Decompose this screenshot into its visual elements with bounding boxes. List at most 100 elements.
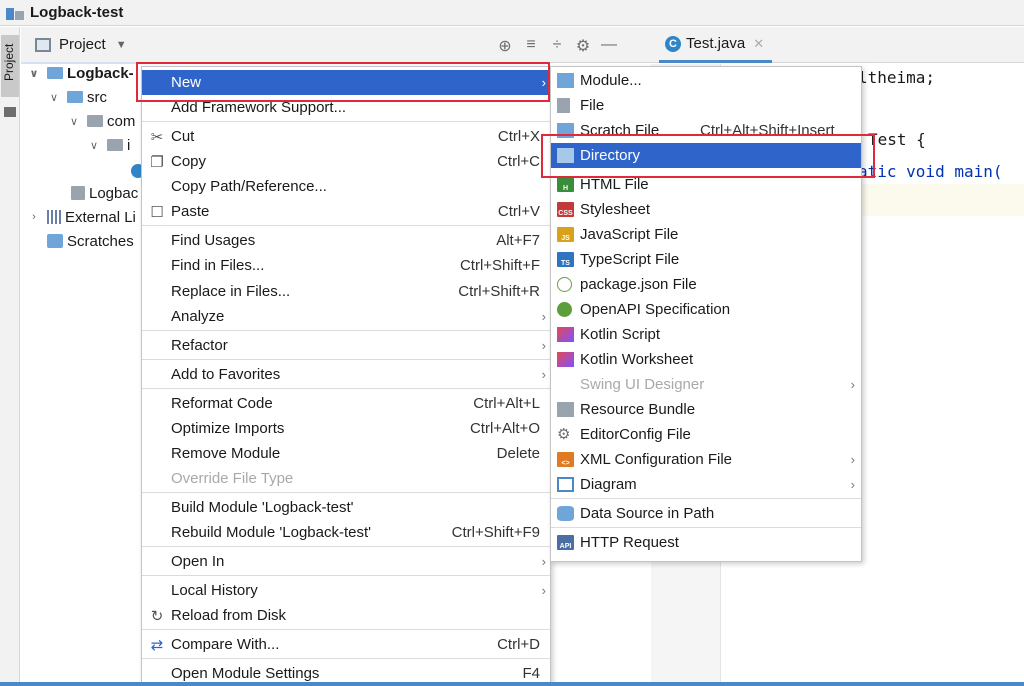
submenu-item-swing-ui-designer: Swing UI Designer › [551, 372, 861, 397]
menu-item-cut[interactable]: ✂ Cut Ctrl+X [142, 124, 550, 149]
file-icon [557, 98, 570, 113]
submenu-item-file[interactable]: File [551, 93, 861, 118]
submenu-item-label: Stylesheet [580, 201, 651, 218]
openapi-icon [557, 302, 572, 317]
menu-item-label: Remove Module [171, 445, 281, 462]
tree-item-iml[interactable]: Logbac [71, 182, 138, 204]
chevron-down-icon[interactable]: ∨ [87, 139, 101, 152]
kotlin-icon [557, 327, 574, 342]
menu-item-label: Rebuild Module 'Logback-test' [171, 524, 372, 541]
locate-icon[interactable]: ⊕ [494, 36, 516, 56]
menu-item-open-in[interactable]: Open In › [142, 549, 550, 574]
code-line: Test { [868, 130, 926, 149]
submenu-item-data-source[interactable]: Data Source in Path [551, 501, 861, 526]
close-icon[interactable]: ✕ [753, 36, 764, 52]
chevron-down-icon[interactable]: ∨ [67, 115, 81, 128]
submenu-item-label: Module... [580, 72, 642, 89]
chevron-right-icon[interactable]: › [27, 211, 41, 223]
submenu-item-label: Resource Bundle [580, 401, 696, 418]
tree-item-package[interactable]: ∨ i [87, 134, 130, 156]
xml-file-icon: <> [557, 452, 574, 467]
tree-item-scratches[interactable]: Scratches [47, 230, 134, 252]
chevron-down-icon[interactable]: ∨ [47, 91, 61, 104]
submenu-item-http-request[interactable]: API HTTP Request [551, 530, 861, 555]
submenu-item-module[interactable]: Module... [551, 68, 861, 93]
window-title-bar: Logback-test [0, 0, 1024, 26]
menu-item-label: Optimize Imports [171, 420, 285, 437]
tree-item-external-libraries[interactable]: › External Li [27, 206, 136, 228]
tree-item-label: Logbac [89, 184, 139, 202]
html-file-icon: H [557, 177, 574, 192]
menu-item-label: Find in Files... [171, 257, 265, 274]
menu-item-copy-path[interactable]: Copy Path/Reference... [142, 174, 550, 199]
menu-separator [551, 527, 861, 528]
submenu-item-openapi[interactable]: OpenAPI Specification [551, 297, 861, 322]
expand-all-icon[interactable]: ≡ [520, 36, 542, 56]
menu-item-paste[interactable]: ☐ Paste Ctrl+V [142, 199, 550, 224]
context-menu: New › Add Framework Support... ✂ Cut Ctr… [141, 66, 551, 686]
menu-item-remove-module[interactable]: Remove Module Delete [142, 441, 550, 466]
tree-item-src[interactable]: ∨ src [47, 86, 107, 108]
menu-item-shortcut: Ctrl+C [497, 153, 540, 170]
tree-item-com[interactable]: ∨ com [67, 110, 135, 132]
submenu-item-xml-config[interactable]: <> XML Configuration File › [551, 447, 861, 472]
scratches-icon [47, 234, 63, 248]
package-json-icon [557, 277, 572, 292]
database-icon [557, 506, 574, 521]
submenu-item-label: HTML File [580, 176, 649, 193]
menu-item-optimize-imports[interactable]: Optimize Imports Ctrl+Alt+O [142, 416, 550, 441]
project-view-label[interactable]: Project [59, 36, 106, 53]
menu-item-reload-from-disk[interactable]: ↻ Reload from Disk [142, 603, 550, 628]
submenu-item-editorconfig[interactable]: ⚙ EditorConfig File [551, 422, 861, 447]
hide-icon[interactable]: — [598, 36, 620, 56]
submenu-item-resource-bundle[interactable]: Resource Bundle [551, 397, 861, 422]
menu-item-label: Copy [171, 153, 207, 170]
submenu-item-label: XML Configuration File [580, 451, 733, 468]
tree-item-root[interactable]: ∨ Logback- [27, 62, 134, 84]
project-tool-window-button[interactable]: Project [1, 35, 19, 97]
menu-item-analyze[interactable]: Analyze › [142, 304, 550, 329]
tab-test-java[interactable]: C Test.java ✕ [659, 27, 773, 63]
folder-icon [67, 91, 83, 103]
menu-item-rebuild-module[interactable]: Rebuild Module 'Logback-test' Ctrl+Shift… [142, 520, 550, 545]
tree-item-label: Scratches [67, 232, 134, 250]
menu-item-build-module[interactable]: Build Module 'Logback-test' [142, 495, 550, 520]
resource-bundle-icon [557, 402, 574, 417]
submenu-item-label: Data Source in Path [580, 505, 715, 522]
menu-item-local-history[interactable]: Local History › [142, 578, 550, 603]
menu-item-refactor[interactable]: Refactor › [142, 333, 550, 358]
menu-item-label: Open In [171, 553, 225, 570]
module-icon [557, 73, 574, 88]
menu-item-copy[interactable]: ❐ Copy Ctrl+C [142, 149, 550, 174]
submenu-item-kotlin-worksheet[interactable]: Kotlin Worksheet [551, 347, 861, 372]
menu-item-compare-with[interactable]: ⇄ Compare With... Ctrl+D [142, 632, 550, 657]
scissors-icon: ✂ [150, 128, 164, 146]
submenu-item-package-json[interactable]: package.json File [551, 272, 861, 297]
menu-separator [142, 225, 550, 226]
menu-item-replace-in-files[interactable]: Replace in Files... Ctrl+Shift+R [142, 279, 550, 304]
menu-item-add-to-favorites[interactable]: Add to Favorites › [142, 362, 550, 387]
menu-item-shortcut: Ctrl+Alt+L [473, 395, 540, 412]
structure-icon[interactable] [4, 107, 16, 117]
menu-item-label: Build Module 'Logback-test' [171, 499, 354, 516]
chevron-right-icon: › [850, 477, 855, 492]
menu-item-find-usages[interactable]: Find Usages Alt+F7 [142, 228, 550, 253]
library-icon [47, 210, 61, 224]
code-line: ltheima; [858, 68, 936, 87]
chevron-down-icon[interactable]: ▼ [116, 39, 127, 51]
submenu-item-typescript-file[interactable]: TS TypeScript File [551, 247, 861, 272]
chevron-right-icon: › [541, 338, 546, 353]
chevron-down-icon[interactable]: ∨ [27, 67, 41, 80]
menu-separator [142, 359, 550, 360]
submenu-item-javascript-file[interactable]: JS JavaScript File [551, 222, 861, 247]
collapse-all-icon[interactable]: ÷ [546, 36, 568, 56]
gear-icon[interactable]: ⚙ [572, 36, 594, 56]
submenu-item-label: HTTP Request [580, 534, 679, 551]
package-icon [87, 115, 103, 127]
submenu-item-kotlin-script[interactable]: Kotlin Script [551, 322, 861, 347]
menu-item-find-in-files[interactable]: Find in Files... Ctrl+Shift+F [142, 253, 550, 278]
submenu-item-diagram[interactable]: Diagram › [551, 472, 861, 497]
menu-item-shortcut: Ctrl+X [497, 128, 540, 145]
submenu-item-stylesheet[interactable]: CSS Stylesheet [551, 197, 861, 222]
menu-item-reformat-code[interactable]: Reformat Code Ctrl+Alt+L [142, 391, 550, 416]
